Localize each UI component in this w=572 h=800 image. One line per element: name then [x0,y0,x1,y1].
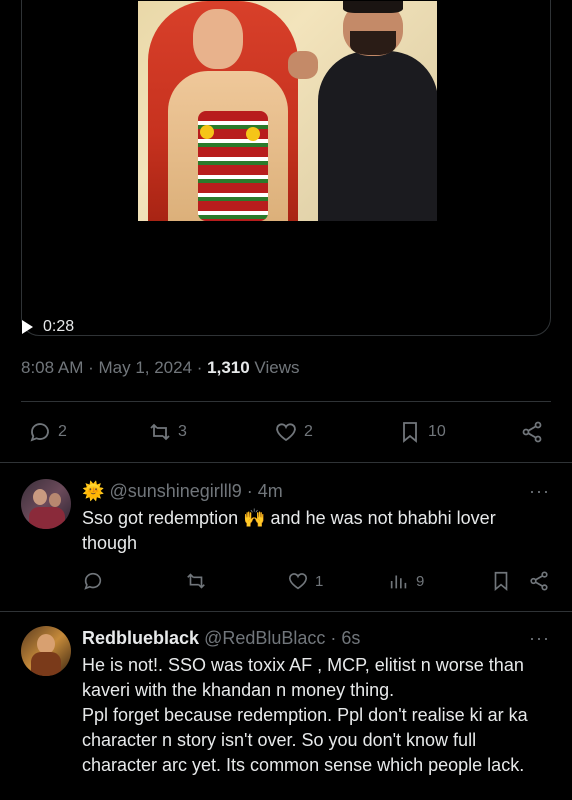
tweet-date[interactable]: May 1, 2024 [98,358,192,377]
retweet-button[interactable] [185,570,207,592]
share-icon [522,421,542,443]
more-options-button[interactable]: ··· [529,628,550,649]
reply-button[interactable]: 2 [28,420,67,444]
video-player[interactable] [21,0,551,336]
retweet-count: 3 [178,423,187,440]
raised-hands-emoji: 🙌 [243,508,266,528]
share-button[interactable] [528,570,550,592]
retweet-button[interactable]: 3 [148,420,187,444]
reply-header: 🌞 @sunshinegirlll9 · 4m [82,481,283,502]
reply-text: Sso got redemption 🙌 and he was not bhab… [82,506,552,556]
views-count: 9 [416,572,425,590]
play-icon[interactable] [22,320,33,334]
more-options-button[interactable]: ··· [529,481,550,502]
avatar[interactable] [21,626,71,676]
like-button[interactable]: 2 [274,420,313,444]
avatar[interactable] [21,479,71,529]
bookmark-button[interactable] [490,570,512,592]
views-button[interactable]: 9 [388,570,424,592]
views-count: 1,310 [207,358,250,377]
bookmark-count: 10 [428,423,446,440]
like-count: 2 [304,423,313,440]
reply-text-part: Sso got redemption [82,508,244,528]
bookmark-button[interactable]: 10 [398,420,446,444]
marigold [200,125,214,139]
reply-tweet[interactable]: Redblueblack @RedBluBlacc · 6s ··· He is… [0,612,572,800]
like-count: 1 [315,572,324,590]
reply-icon [30,423,49,442]
groom-hair [343,1,403,13]
views-label: Views [249,358,300,377]
reply-icon [84,572,102,590]
divider [21,401,551,402]
reply-age[interactable]: 6s [341,628,360,648]
heart-icon [288,573,308,590]
reply-count: 2 [58,423,67,440]
tweet-time[interactable]: 8:08 AM [21,358,83,377]
video-duration: 0:28 [43,318,75,335]
groom-beard [350,31,396,55]
hand [288,51,318,79]
reply-action-bar: 1 9 [0,570,572,596]
analytics-icon [390,575,407,589]
user-emoji: 🌞 [82,481,105,501]
bookmark-icon [494,571,508,592]
separator: · [192,358,208,377]
reply-age[interactable]: 4m [258,481,283,501]
groom-body [318,51,437,221]
retweet-icon [187,573,205,589]
user-handle[interactable]: @sunshinegirlll9 [109,481,241,501]
bookmark-icon [403,422,417,443]
heart-icon [276,423,296,442]
tweet-meta: 8:08 AM · May 1, 2024 · 1,310 Views [21,358,299,378]
reply-text-line: Ppl forget because redemption. Ppl don't… [82,705,528,775]
retweet-icon [150,423,170,441]
video-play-control[interactable]: 0:28 [22,318,74,336]
reply-header: Redblueblack @RedBluBlacc · 6s [82,628,360,649]
video-thumbnail[interactable] [138,1,437,221]
reply-tweet[interactable]: 🌞 @sunshinegirlll9 · 4m ··· Sso got rede… [0,463,572,611]
separator: · [241,481,258,501]
separator: · [325,628,342,648]
bride-face [193,9,243,69]
share-button[interactable] [520,420,544,444]
like-button[interactable]: 1 [287,570,323,592]
reply-text-line: He is not!. SSO was toxix AF , MCP, elit… [82,655,524,700]
reply-text: He is not!. SSO was toxix AF , MCP, elit… [82,653,552,778]
user-name[interactable]: Redblueblack [82,628,199,648]
separator: · [83,358,99,377]
share-icon [530,571,548,591]
tweet-action-bar: 2 3 2 10 [0,416,572,450]
marigold [246,127,260,141]
reply-button[interactable] [82,570,104,592]
user-handle[interactable]: @RedBluBlacc [204,628,325,648]
